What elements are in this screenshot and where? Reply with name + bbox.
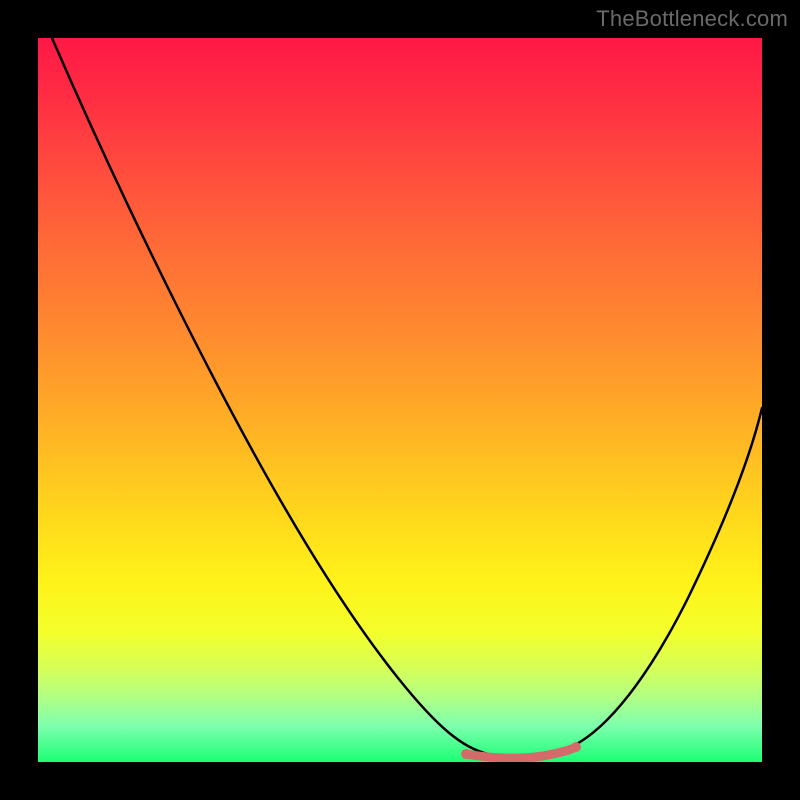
curve-path [52,38,762,757]
chart-svg [38,38,762,762]
chart-frame: TheBottleneck.com [0,0,800,800]
plot-area [38,38,762,762]
bottom-marker-dot-right [571,742,581,752]
bottom-marker [466,747,576,758]
bottom-marker-dot-left [461,749,471,759]
watermark-text: TheBottleneck.com [596,6,788,32]
